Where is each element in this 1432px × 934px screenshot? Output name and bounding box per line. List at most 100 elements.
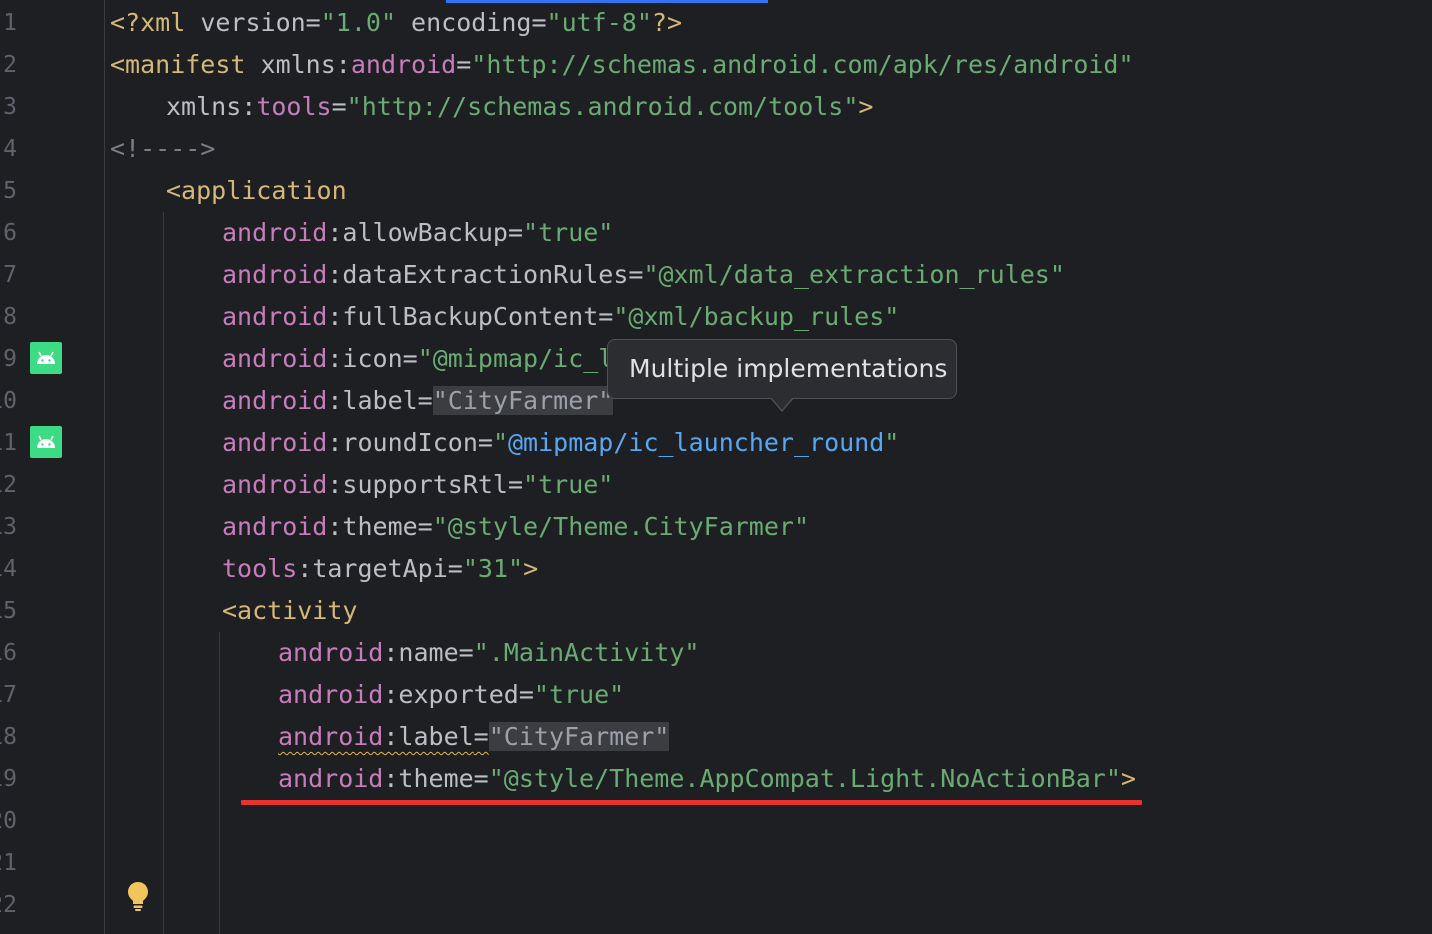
code-line[interactable]: <manifest xmlns:android="http://schemas.… [110,44,1134,86]
code-token: "@style/Theme.CityFarmer" [432,512,810,541]
code-line[interactable]: <?xml version="1.0" encoding="utf-8"?> [110,2,682,44]
code-token: = [447,554,463,583]
code-token: ?> [651,8,682,37]
line-number: 11 [0,430,17,456]
line-number: 18 [0,724,17,750]
code-token: :targetApi [297,554,448,583]
line-number: 7 [3,262,17,288]
indent-guide [163,212,164,934]
code-token: xmlns [166,92,242,121]
code-token: : [335,50,351,79]
line-number: 6 [3,220,17,246]
code-token: :name [383,638,459,667]
tooltip: Multiple implementations [607,339,957,399]
line-number: 16 [0,640,17,666]
code-token: :allowBackup [327,218,508,247]
code-line[interactable]: <!----> [110,128,215,170]
code-token: <?xml [110,8,201,37]
code-line[interactable]: xmlns:tools="http://schemas.android.com/… [166,86,873,128]
code-line[interactable]: android:allowBackup="true" [222,212,613,254]
code-token: :icon [327,344,403,373]
code-line[interactable]: <application [166,170,347,212]
code-token: xmlns [260,50,336,79]
gutter-separator [104,0,105,934]
code-token: :theme [383,764,474,793]
code-token: android [350,50,457,79]
code-token: android [278,722,384,751]
code-token: "31" [462,554,524,583]
code-line[interactable]: android:dataExtractionRules="@xml/data_e… [222,254,1065,296]
code-token: :theme [327,512,418,541]
code-token: <activity [222,596,358,625]
code-line[interactable]: android:theme="@style/Theme.CityFarmer" [222,506,809,548]
code-token: <manifest [110,50,261,79]
code-line[interactable]: <activity [222,590,357,632]
code-token: android [222,428,328,457]
resource-link[interactable]: @mipmap/ic_launcher_round [508,428,884,457]
code-token: "true" [523,470,614,499]
code-line[interactable]: android:exported="true" [278,674,624,716]
code-token: = [305,8,321,37]
lightbulb-icon[interactable] [126,880,150,912]
line-number: 2 [3,52,17,78]
code-token: = [507,218,524,247]
code-token: " [884,428,900,457]
line-number: 9 [3,346,17,372]
code-line[interactable]: android:theme="@style/Theme.AppCompat.Li… [278,758,1136,800]
code-token: = [598,302,614,331]
code-token: "http://schemas.android.com/tools" [346,92,859,121]
code-line[interactable]: android:fullBackupContent="@xml/backup_r… [222,296,899,338]
code-token: = [473,764,489,793]
code-token: "@xml/data_extraction_rules" [643,260,1065,289]
code-line[interactable]: tools:targetApi="31"> [222,548,538,590]
code-comment: <!----> [110,134,216,163]
code-editor[interactable]: 1 2 3 4 5 6 7 8 9 10 11 12 13 14 15 16 1… [0,0,1432,934]
gutter: 1 2 3 4 5 6 7 8 9 10 11 12 13 14 15 16 1… [0,0,148,934]
code-token: "@style/Theme.AppCompat.Light.NoActionBa… [488,764,1121,793]
line-number: 14 [0,556,17,582]
code-token: " [492,428,508,457]
line-number: 21 [0,850,17,876]
line-number: 13 [0,514,17,540]
code-token: = [531,8,547,37]
highlighted-string[interactable]: "CityFarmer" [488,722,670,751]
code-token: :fullBackupContent [327,302,599,331]
code-token: "1.0" [320,8,396,37]
line-number: 22 [0,892,17,918]
line-number: 12 [0,472,17,498]
line-number: 4 [3,136,17,162]
code-token: android [222,512,328,541]
code-token: :label [327,386,418,415]
code-token: : [241,92,257,121]
line-number: 20 [0,808,17,834]
code-line[interactable]: android:label="CityFarmer" [278,716,670,758]
code-line[interactable]: android:roundIcon="@mipmap/ic_launcher_r… [222,422,899,464]
code-token: = [458,638,474,667]
highlighted-string[interactable]: "CityFarmer" [432,386,614,415]
code-line[interactable]: android:supportsRtl="true" [222,464,613,506]
code-token: :exported [383,680,519,709]
code-token: :dataExtractionRules [327,260,629,289]
android-icon[interactable] [30,426,62,458]
code-token: = [628,260,644,289]
android-icon[interactable] [30,342,62,374]
code-token: = [417,512,433,541]
code-token: android [278,680,384,709]
code-token: <application [166,176,347,205]
tooltip-arrow-inner [771,397,793,410]
line-number: 17 [0,682,17,708]
code-token: = [477,428,493,457]
code-token: ".MainActivity" [473,638,700,667]
code-token: :label [383,722,474,751]
line-number: 5 [3,178,17,204]
line-number: 8 [3,304,17,330]
code-token: android [278,638,384,667]
code-line[interactable]: android:name=".MainActivity" [278,632,699,674]
code-line[interactable]: android:label="CityFarmer" [222,380,614,422]
code-token: android [278,764,384,793]
code-token: tools [222,554,298,583]
code-token: android [222,470,328,499]
code-token: > [1120,764,1136,793]
code-token: tools [256,92,332,121]
line-number: 10 [0,388,17,414]
